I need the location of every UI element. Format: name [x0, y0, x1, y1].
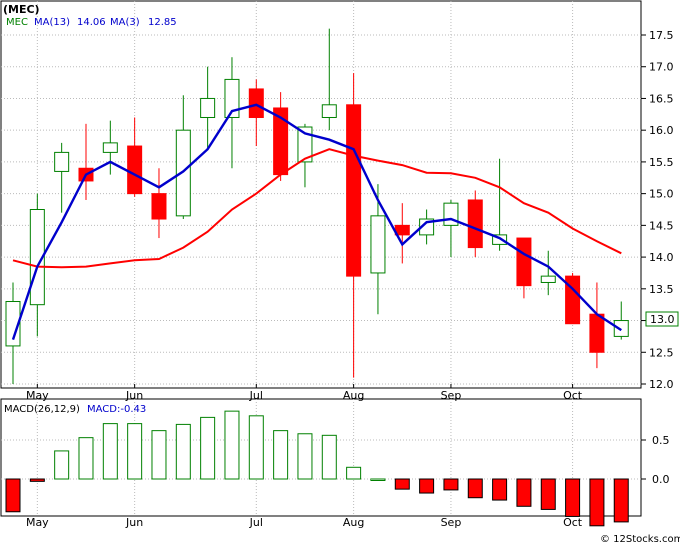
macd-bar	[78, 437, 94, 480]
candle-body	[321, 104, 337, 118]
macd-tick-label: 0.0	[652, 473, 670, 486]
candle-body	[175, 129, 191, 217]
macd-bar	[419, 478, 435, 494]
current-price-marker: 13.0	[645, 311, 679, 327]
price-tick-label: 12.0	[649, 378, 674, 391]
candle-body	[200, 97, 216, 118]
legend-ma3-label: MA(3)	[110, 17, 140, 28]
price-tick-label: 15.5	[649, 156, 674, 169]
candle-body	[346, 104, 362, 277]
legend-ma13-value: 14.06	[77, 17, 106, 28]
x-axis-labels-macd: May Jun Jul Aug Sep Oct	[26, 516, 583, 529]
x-tick-label: Jun	[125, 389, 143, 402]
price-axis-ticks: 12.0 12.5 13.0 13.5 14.0 14.5 15.0 15.5 16.0 16.5…	[641, 29, 674, 391]
macd-bar	[5, 478, 21, 513]
macd-axis-ticks: 0.5 0.0	[641, 434, 670, 486]
price-tick-label: 15.0	[649, 188, 674, 201]
price-tick-label: 16.5	[649, 92, 674, 105]
current-price-label: 13.0	[650, 313, 675, 326]
legend-ma13-label: MA(13)	[34, 17, 70, 28]
macd-bar	[467, 478, 483, 499]
x-tick-label: Oct	[563, 389, 583, 402]
macd-legend-value: MACD:-0.43	[87, 404, 146, 415]
candle-body	[467, 199, 483, 249]
x-tick-label: Jun	[125, 516, 143, 529]
x-tick-label: Jul	[249, 516, 263, 529]
x-tick-label: May	[26, 516, 49, 529]
x-tick-label: Jul	[249, 389, 263, 402]
macd-bar	[175, 423, 191, 480]
macd-bar	[321, 434, 337, 480]
price-tick-label: 14.5	[649, 219, 674, 232]
macd-bar	[589, 478, 605, 527]
macd-bar	[54, 450, 70, 480]
macd-bar	[443, 478, 459, 491]
price-tick-label: 14.0	[649, 251, 674, 264]
legend-ma3-value: 12.85	[148, 17, 177, 28]
macd-bar	[370, 478, 386, 481]
candle-body	[248, 88, 264, 118]
legend-ticker: MEC	[6, 17, 28, 28]
macd-bar	[102, 423, 118, 480]
price-tick-label: 17.0	[649, 61, 674, 74]
price-panel	[0, 0, 642, 389]
stock-chart: 12.0 12.5 13.0 13.5 14.0 14.5 15.0 15.5 16.0 16.5…	[0, 0, 680, 545]
x-tick-label: Oct	[563, 516, 583, 529]
x-tick-label: Sep	[441, 389, 462, 402]
candle-body	[516, 237, 532, 287]
macd-legend-label: MACD(26,12,9)	[4, 404, 80, 415]
macd-bar	[248, 415, 264, 480]
price-tick-label: 16.0	[649, 124, 674, 137]
x-tick-label: Aug	[343, 516, 364, 529]
macd-bar	[613, 478, 629, 523]
price-tick-label: 12.5	[649, 346, 674, 359]
macd-bar	[29, 478, 45, 482]
macd-bar	[565, 478, 581, 517]
macd-bar	[394, 478, 410, 490]
macd-bar	[540, 478, 556, 510]
chart-title: (MEC)	[3, 3, 40, 16]
macd-bar	[224, 410, 240, 480]
candle-body	[127, 145, 143, 195]
macd-bar	[516, 478, 532, 507]
macd-bar	[200, 416, 216, 480]
x-tick-label: Aug	[343, 389, 364, 402]
candle-body	[589, 313, 605, 353]
watermark: © 12Stocks.com	[600, 534, 680, 545]
candle-body	[370, 215, 386, 274]
price-tick-label: 17.5	[649, 29, 674, 42]
price-tick-label: 13.5	[649, 283, 674, 296]
macd-bar	[127, 423, 143, 480]
candle-body	[151, 193, 167, 220]
macd-bar	[151, 430, 167, 480]
macd-bar	[346, 466, 362, 480]
candle-body	[540, 275, 556, 283]
candle-body	[613, 320, 629, 337]
macd-tick-label: 0.5	[652, 434, 670, 447]
candle-body	[54, 151, 70, 172]
macd-bar	[492, 478, 508, 501]
macd-bar	[297, 433, 313, 480]
x-tick-label: May	[26, 389, 49, 402]
candle-body	[102, 142, 118, 153]
x-tick-label: Sep	[441, 516, 462, 529]
macd-bar	[273, 430, 289, 480]
